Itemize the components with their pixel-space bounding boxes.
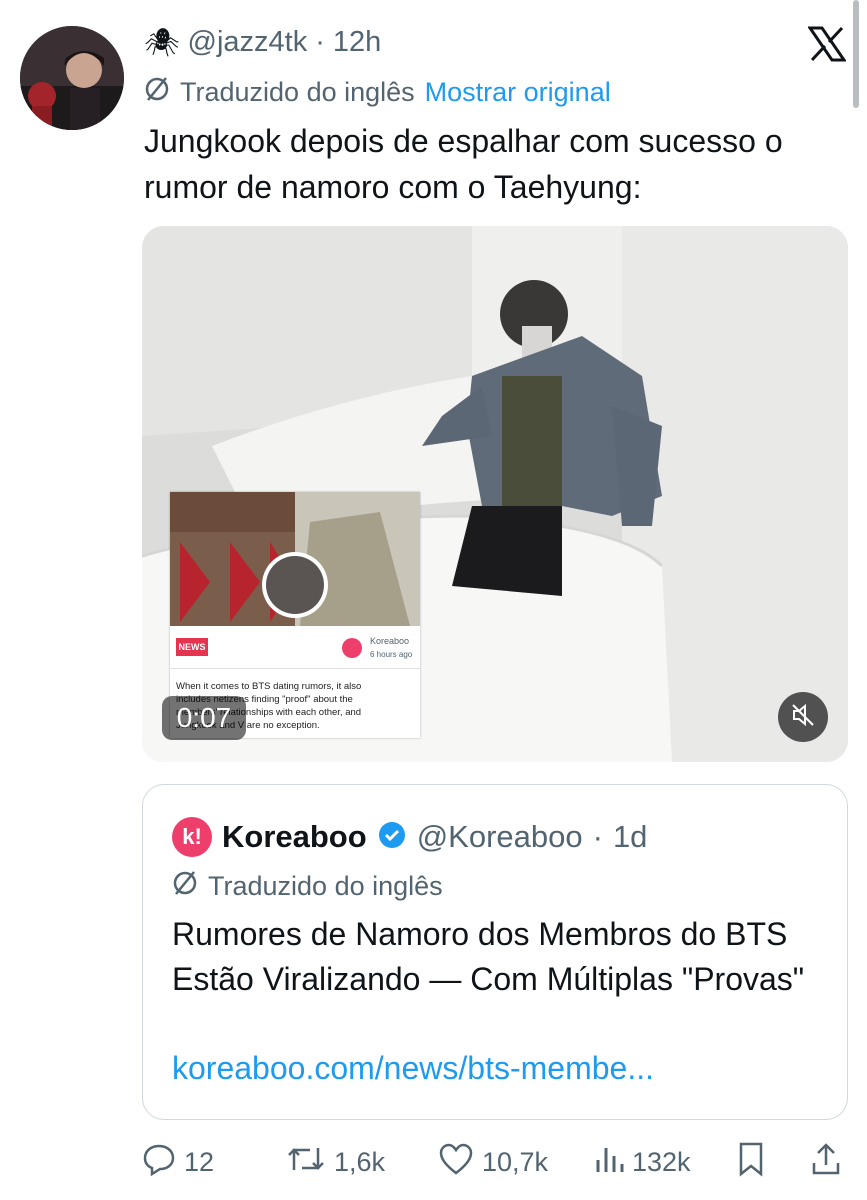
share-button[interactable] [810,1140,842,1184]
separator-dot: · [315,25,325,58]
post-time[interactable]: 12h [333,26,381,59]
card-source: Koreaboo [370,636,410,646]
share-icon [810,1141,842,1184]
mute-button[interactable] [778,692,828,742]
muted-speaker-icon [790,702,816,733]
quoted-author-name[interactable]: Koreaboo [222,819,367,855]
repost-icon [286,1142,326,1183]
post-header: 🕷 @jazz4tk · 12h [144,20,381,64]
verified-badge-icon [377,820,407,855]
quoted-translated-label: Traduzido do inglês [208,870,443,901]
translate-icon [144,76,170,109]
reply-icon [142,1142,176,1183]
repost-button[interactable]: 1,6k [286,1140,385,1184]
quoted-author-handle[interactable]: @Koreaboo [417,819,583,855]
spider-icon: 🕷 [144,26,180,58]
post-text: Jungkook depois de espalhar com sucesso … [144,123,783,205]
avatar[interactable] [20,26,124,130]
quoted-post-time[interactable]: 1d [613,819,647,855]
koreaboo-avatar[interactable]: k! [172,817,212,857]
like-button[interactable]: 10,7k [438,1140,548,1184]
quoted-post-link[interactable]: koreaboo.com/news/bts-membe... [172,1050,654,1087]
heart-icon [438,1142,474,1183]
koreaboo-mini-logo-icon [342,638,362,658]
show-original-link[interactable]: Mostrar original [425,77,611,108]
x-logo-icon[interactable] [807,26,847,62]
video-duration: 0:07 [162,696,246,740]
reply-button[interactable]: 12 [142,1140,214,1184]
action-bar: 12 1,6k 10,7k 132k [142,1140,848,1184]
views-button[interactable]: 132k [594,1140,691,1184]
card-divider [170,668,420,669]
repost-count: 1,6k [334,1146,386,1177]
scrollbar[interactable] [853,0,859,108]
bookmark-button[interactable] [736,1140,766,1184]
bookmark-icon [736,1141,766,1184]
like-count: 10,7k [482,1146,549,1177]
views-count: 132k [632,1146,691,1177]
card-time: 6 hours ago [370,650,413,659]
reply-count: 12 [184,1146,215,1177]
translate-icon [172,870,198,903]
quoted-post-text: Rumores de Namoro dos Membros do BTS Est… [172,916,805,997]
quoted-post-header: k! Koreaboo @Koreaboo · 1d [172,812,647,862]
author-handle[interactable]: @jazz4tk [188,26,308,59]
quoted-translation-row: Traduzido do inglês [172,866,443,906]
views-bar-chart-icon [594,1142,624,1183]
translation-row: Traduzido do inglês Mostrar original [144,72,611,112]
news-badge: NEWS [176,638,208,656]
separator-dot: · [592,819,603,854]
translated-label: Traduzido do inglês [180,76,415,107]
